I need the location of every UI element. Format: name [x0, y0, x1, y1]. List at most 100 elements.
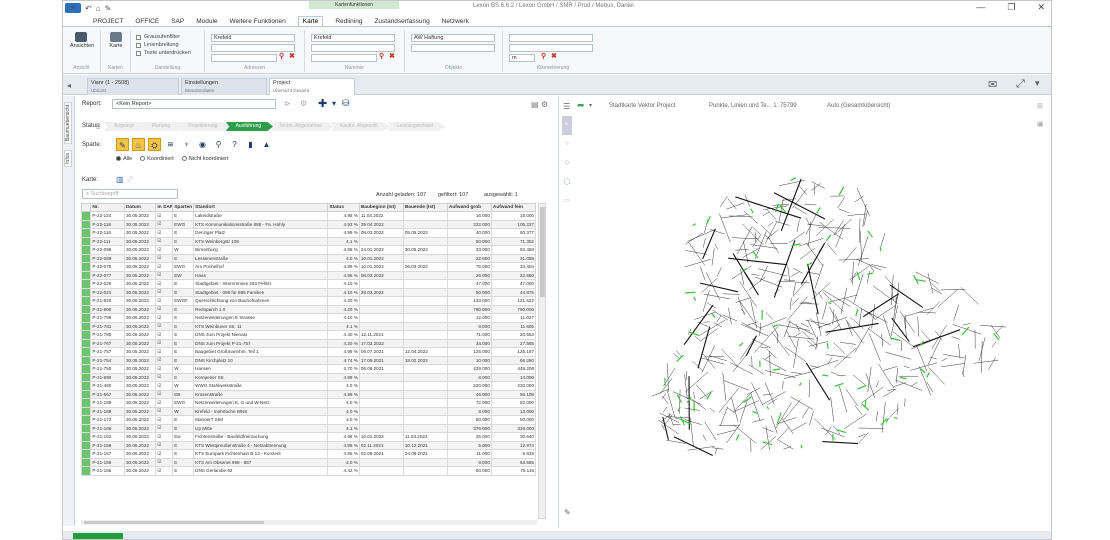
zoom-icon[interactable]: ⊞	[1037, 102, 1043, 110]
menu-icon[interactable]: ☰	[563, 102, 570, 111]
search-input[interactable]: ⌕ Suchbegriff	[82, 189, 178, 199]
scroll-thumb[interactable]	[540, 207, 545, 297]
pin-icon[interactable]: ⚲	[541, 52, 546, 60]
checkbox-linienbreitung[interactable]: Linienbreitung	[136, 41, 191, 49]
table-vertical-scrollbar[interactable]	[538, 203, 546, 519]
table-row[interactable]: P-22-026 30.05.2022 ☑ E Stadtgebiet - Intern…	[80, 279, 537, 289]
sparte-icon-5[interactable]: ◉	[196, 138, 209, 151]
lock-icon[interactable]: ▣	[1037, 120, 1044, 128]
column-header[interactable]: In SAP	[155, 203, 174, 212]
chevron-down-icon[interactable]: ▾	[332, 99, 336, 108]
column-header[interactable]: Datum	[123, 203, 157, 212]
status-stage-leistungserfasst[interactable]: Leistungserfasst	[386, 122, 446, 131]
home-icon[interactable]: ⌂	[96, 4, 101, 13]
table-row[interactable]: P-21-767 30.05.2022 ☑ E DNS zum Projekt P-21…	[80, 338, 537, 348]
ansichten-button[interactable]: Ansichten	[70, 32, 94, 49]
table-row[interactable]: P-21-750 30.05.2022 ☑ W Hansen 4.70 % 06.09.20…	[80, 364, 537, 374]
fullscreen-icon[interactable]: ⤢	[1016, 78, 1025, 91]
sparte-icon-2[interactable]: ⛭	[148, 138, 161, 151]
ribbon-tab-module[interactable]: Module	[196, 18, 217, 25]
column-header[interactable]: Bauende (Ist)	[402, 203, 448, 212]
karte-button[interactable]: Karte	[105, 32, 127, 49]
ribbon-tab-weitere-funktionen[interactable]: Weitere Funktionen	[230, 18, 286, 25]
gear-icon[interactable]: ⚙	[300, 99, 307, 108]
table-row[interactable]: P-21-158 30.05.2022 ☑ E KTS Westpreußenstraß…	[80, 440, 537, 450]
ribbon-tab-sap[interactable]: SAP	[171, 18, 184, 25]
table-row[interactable]: P-21-460 30.05.2022 ☑ W WWG Stahlwerkstraße 4…	[80, 381, 537, 391]
status-stage-kaufm-abgeschl-[interactable]: Kaufm. Abgeschl.	[329, 122, 391, 131]
ribbon-tab-karte[interactable]: Karte	[297, 16, 324, 26]
table-row[interactable]: P-21-800 30.05.2022 ☑ E Redoparch 1.0 4.20 % 7…	[80, 304, 537, 314]
status-stage-ausf-hrung[interactable]: Ausführung	[225, 122, 274, 131]
nummer-value-input[interactable]	[311, 54, 377, 62]
table-row[interactable]: P-21-162 30.05.2022 ☑ Ew Fichtenstraße - Bau…	[80, 432, 537, 442]
file-menu-button[interactable]: ▾	[65, 3, 82, 13]
ribbon-tab-project[interactable]: PROJECT	[93, 18, 123, 25]
edit-icon[interactable]: ✎	[564, 508, 571, 517]
ribbon-tab-redlining[interactable]: Redlining	[335, 18, 362, 25]
objekte-value-input[interactable]	[411, 44, 495, 52]
radio-alle[interactable]: Alle	[116, 156, 132, 162]
table-row[interactable]: P-21-156 30.05.2022 ☑ E KTS Am Obsenet 999 -…	[80, 457, 537, 467]
sparte-icon-1[interactable]: ♨	[132, 138, 145, 151]
status-stage-angelegt[interactable]: Angelegt	[104, 122, 146, 131]
play-icon[interactable]: ⊳	[284, 99, 291, 108]
unit-select[interactable]: m	[509, 54, 535, 62]
table-row[interactable]: P-22-116 30.05.2022 ☑ E Denziger Platz 4.99 %…	[80, 228, 537, 238]
radio-nicht-koordiniert[interactable]: Nicht koordiniert	[181, 156, 229, 162]
circle-tool-icon[interactable]: ○	[562, 135, 572, 154]
adressen-street-input[interactable]	[211, 44, 295, 52]
vtab-baumuebersicht[interactable]: Baumuebersicht	[64, 102, 72, 145]
map-icon[interactable]: ▥	[116, 175, 124, 184]
checkbox-grausufenfilter[interactable]: Grausufenfilter	[136, 33, 191, 41]
table-row[interactable]: P-21-667 30.05.2022 ☑ EB Krosenstraße 4.99 % 4…	[80, 389, 537, 399]
checkbox-texte[interactable]: Texte unterdrücken	[136, 49, 191, 57]
table-row[interactable]: P-22-111 30.05.2022 ☑ E KTS Weinbergstr 108 4…	[80, 236, 537, 246]
column-header[interactable]: Standort	[193, 203, 329, 212]
maximize-button[interactable]: ❐	[1007, 2, 1015, 13]
column-header[interactable]: Sparten	[172, 203, 195, 212]
link-icon[interactable]: ⤤	[128, 175, 133, 185]
column-header[interactable]: Aufwand grob	[446, 203, 492, 212]
point-tool-icon[interactable]: ◯	[562, 173, 572, 192]
sparte-icon-6[interactable]: ⚲	[212, 138, 225, 151]
report-select[interactable]: <Kein Report>	[112, 99, 276, 109]
vtab-infos[interactable]: Infos	[64, 150, 72, 167]
table-row[interactable]: P-22-124 30.05.2022 ☑ E Lakeidstraße 4.95 % 11…	[80, 211, 537, 221]
dropdown-icon[interactable]: ▾	[1035, 78, 1040, 89]
doc-tab-vianr[interactable]: Vianr (1 - 2508) Ubicost	[87, 78, 179, 95]
sparte-icon-9[interactable]: ▲	[260, 138, 273, 151]
share-icon[interactable]: ➦	[577, 100, 585, 111]
kilometrierung-input[interactable]	[509, 34, 593, 42]
status-stage-techn-abgenahme[interactable]: Techn. Abgenahme	[269, 122, 334, 131]
polygon-tool-icon[interactable]: ▭	[562, 192, 572, 211]
objekte-type-input[interactable]: AW Haftung	[411, 34, 495, 42]
table-row[interactable]: P-21-166 30.05.2022 ☑ E Up Mitte 4.1 % 376.000…	[80, 423, 537, 433]
database-icon[interactable]: ⛁	[342, 98, 350, 109]
scroll-thumb[interactable]	[84, 521, 264, 524]
doc-tab-project[interactable]: Project Übersicht Gesamt	[269, 78, 355, 95]
sparte-icon-4[interactable]: ♆	[180, 138, 193, 151]
column-header[interactable]: Aufwand fein	[490, 203, 537, 212]
diamond-tool-icon[interactable]: ◇	[562, 154, 572, 173]
sparte-icon-0[interactable]: ✎	[116, 138, 129, 151]
table-row[interactable]: P-21-690 30.05.2022 ☑ E Kempener Str. 4.99 % 8…	[80, 372, 537, 382]
sparte-icon-7[interactable]: ?	[228, 138, 241, 151]
kilometrierung-input-2[interactable]	[509, 44, 593, 52]
ribbon-tab-zustandserfassung[interactable]: Zustandserfassung	[374, 18, 429, 25]
table-row[interactable]: P-21-155 30.05.2022 ☑ E DNS Gerlandie 62 4.42…	[80, 466, 537, 476]
table-row[interactable]: P-22-089 30.05.2022 ☑ E Lessenenstraße 4.0 % 1…	[80, 253, 537, 263]
ribbon-tab-netzwerk[interactable]: Netzwerk	[442, 18, 469, 25]
adressen-number-input[interactable]	[211, 54, 277, 62]
add-icon[interactable]: ✚	[318, 97, 327, 110]
table-row[interactable]: P-21-189 30.05.2022 ☑ EWG Netzerweiterungen …	[80, 398, 537, 408]
dropdown-icon[interactable]: ▾	[589, 102, 592, 109]
settings-icon[interactable]: ⚙	[541, 100, 548, 109]
pin-icon[interactable]: ⚲	[379, 52, 384, 60]
table-row[interactable]: P-21-780 30.05.2022 ☑ E DNS zum Projekt Nien…	[80, 330, 537, 340]
table-row[interactable]: P-21-188 30.05.2022 ☑ W Krefeld - mehrfache …	[80, 406, 537, 416]
table-horizontal-scrollbar[interactable]	[81, 520, 537, 525]
nummer-field-input[interactable]	[311, 44, 395, 52]
clear-icon[interactable]: ✖	[289, 52, 295, 60]
street-network-map[interactable]	[611, 144, 1011, 494]
